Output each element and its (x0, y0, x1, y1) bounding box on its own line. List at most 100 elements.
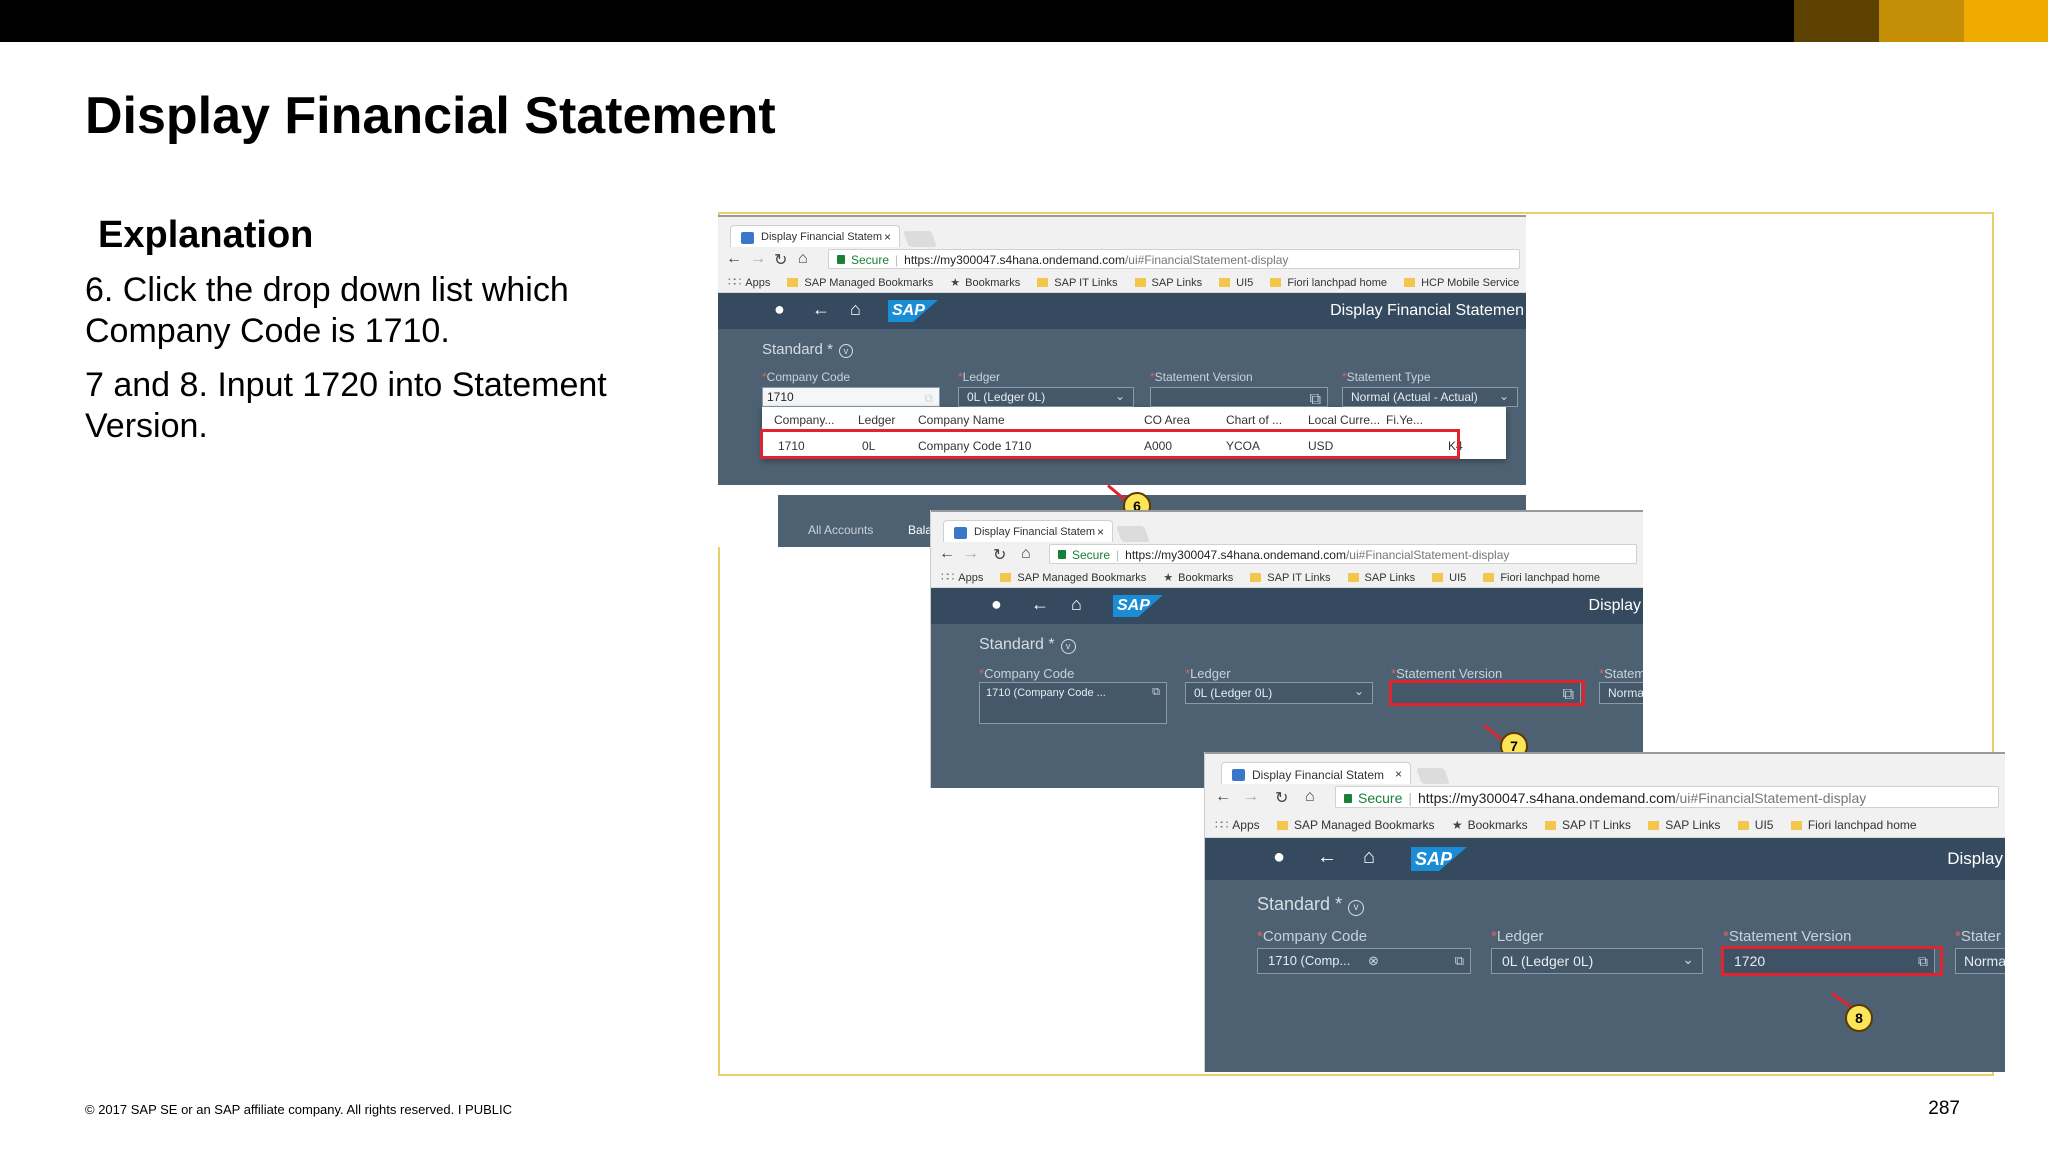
bookmark-bookmarks[interactable]: ★ Bookmarks (950, 276, 1020, 289)
browser-tab[interactable]: Display Financial Statem × (1221, 762, 1411, 786)
bookmark-sap-links[interactable]: SAP Links (1134, 277, 1202, 289)
favicon-icon (1232, 769, 1245, 781)
variant-selector[interactable]: Standard * v (762, 341, 853, 358)
bookmark-sap-managed[interactable]: SAP Managed Bookmarks (787, 277, 933, 289)
company-code-input[interactable]: 1710 ⧉ (762, 387, 940, 407)
new-tab-button[interactable] (903, 231, 937, 247)
home-icon[interactable]: ⌂ (1021, 545, 1031, 563)
statement-type-select[interactable]: Normal (Actual - Actual) ⌄ (1342, 387, 1518, 407)
back-arrow-icon[interactable]: ← (1031, 594, 1049, 615)
home-icon[interactable]: ⌂ (1363, 846, 1375, 869)
address-field[interactable]: Secure | https://my300047.s4hana.ondemand.… (1335, 786, 1999, 808)
browser-tab[interactable]: Display Financial Statem × (730, 225, 900, 249)
col-fiscal-year: Fi.Ye... (1386, 413, 1423, 427)
reload-icon[interactable]: ↻ (1275, 788, 1288, 808)
folder-icon (1545, 821, 1556, 830)
home-icon[interactable]: ⌂ (1071, 594, 1082, 615)
home-icon[interactable]: ⌂ (798, 250, 808, 268)
reload-icon[interactable]: ↻ (774, 250, 787, 270)
close-tab-icon[interactable]: × (884, 230, 891, 244)
close-tab-icon[interactable]: × (1395, 767, 1402, 781)
label-company-code: *Company Code (979, 666, 1075, 681)
company-code-input[interactable]: 1710 (Comp... ⊗ ⧉ (1257, 948, 1471, 974)
bookmark-hcp-mobile[interactable]: HCP Mobile Service (1404, 277, 1519, 289)
reload-icon[interactable]: ↻ (993, 545, 1006, 565)
shell-bar: ● ← ⌂ SAP Display (931, 588, 1643, 624)
accent-block-3 (1964, 0, 2048, 42)
col-co-area: CO Area (1144, 413, 1191, 427)
clear-token-icon[interactable]: ⊗ (1368, 953, 1379, 969)
chevron-down-icon: v (1060, 639, 1076, 654)
accent-block-2 (1879, 0, 1964, 42)
bookmark-sap-it-links[interactable]: SAP IT Links (1545, 818, 1631, 832)
new-tab-button[interactable] (1416, 768, 1450, 784)
home-icon[interactable]: ⌂ (1305, 788, 1315, 806)
bookmark-apps[interactable]: ∷∷ Apps (728, 275, 770, 289)
address-field[interactable]: Secure | https://my300047.s4hana.ondemand.… (828, 249, 1520, 269)
company-code-token[interactable]: 1710 (Company Code ... (986, 687, 1106, 699)
folder-icon (1737, 821, 1749, 830)
label-company-code: *Company Code (1257, 928, 1368, 945)
value-help-icon[interactable]: ⧉ (924, 391, 933, 406)
bookmark-ui5[interactable]: UI5 (1432, 572, 1466, 584)
user-icon[interactable]: ● (774, 299, 785, 320)
fiori-app: ● ← ⌂ SAP Display Financial Statemen Sta… (718, 293, 1526, 547)
bookmark-fiori-home[interactable]: Fiori lanchpad home (1790, 818, 1917, 832)
ledger-select[interactable]: 0L (Ledger 0L) ⌄ (1185, 682, 1373, 704)
statement-version-input[interactable]: ⧉ (1150, 387, 1328, 407)
bookmark-apps[interactable]: ∷∷ Apps (1215, 818, 1260, 832)
bookmark-bookmarks[interactable]: ★ Bookmarks (1452, 818, 1528, 832)
value-help-icon[interactable]: ⧉ (1152, 686, 1160, 699)
bookmark-apps[interactable]: ∷∷ Apps (941, 570, 983, 584)
apps-grid-icon: ∷∷ (941, 570, 954, 584)
col-ledger: Ledger (858, 413, 896, 427)
bookmark-sap-links[interactable]: SAP Links (1648, 818, 1720, 832)
app-title: Display Financial Statemen (1330, 302, 1524, 319)
shell-bar: ● ← ⌂ SAP Display (1205, 838, 2005, 880)
bookmark-sap-links[interactable]: SAP Links (1347, 572, 1415, 584)
bookmark-fiori-home[interactable]: Fiori lanchpad home (1270, 277, 1387, 289)
variant-selector[interactable]: Standard * v (979, 636, 1076, 654)
bookmark-bookmarks[interactable]: ★ Bookmarks (1163, 571, 1233, 584)
value-help-icon[interactable]: ⧉ (1455, 953, 1464, 969)
sap-logo: SAP (888, 300, 938, 322)
col-chart-of-accounts: Chart of ... (1226, 413, 1283, 427)
tab-all-accounts[interactable]: All Accounts (808, 523, 873, 537)
home-icon[interactable]: ⌂ (850, 299, 861, 320)
tab-balance[interactable]: Bala (908, 523, 932, 537)
address-field[interactable]: Secure | https://my300047.s4hana.ondemand.… (1049, 544, 1637, 564)
highlight-box-8 (1721, 946, 1943, 976)
ledger-select[interactable]: 0L (Ledger 0L) ⌄ (1491, 948, 1703, 974)
secure-label: Secure (851, 253, 890, 267)
bookmark-fiori-home[interactable]: Fiori lanchpad home (1483, 572, 1600, 584)
label-statement-version: *Statement Version (1391, 666, 1503, 681)
forward-icon[interactable]: → (750, 250, 766, 268)
bookmark-sap-managed[interactable]: SAP Managed Bookmarks (1276, 818, 1435, 832)
user-icon[interactable]: ● (991, 594, 1002, 615)
close-tab-icon[interactable]: × (1097, 525, 1104, 539)
bookmark-sap-it-links[interactable]: SAP IT Links (1250, 572, 1330, 584)
ledger-select[interactable]: 0L (Ledger 0L) ⌄ (958, 387, 1134, 407)
browser-tab[interactable]: Display Financial Statem × (943, 520, 1113, 544)
bookmark-ui5[interactable]: UI5 (1219, 277, 1253, 289)
bookmark-ui5[interactable]: UI5 (1737, 818, 1773, 832)
user-icon[interactable]: ● (1273, 846, 1285, 869)
new-tab-button[interactable] (1116, 526, 1150, 542)
back-icon[interactable]: ← (1215, 788, 1231, 806)
back-arrow-icon[interactable]: ← (1317, 846, 1337, 869)
forward-icon[interactable]: → (1243, 788, 1259, 806)
value-help-icon[interactable]: ⧉ (1310, 391, 1321, 406)
tab-title: Display Financial Statem (1252, 768, 1385, 782)
bookmark-sap-it-links[interactable]: SAP IT Links (1037, 277, 1117, 289)
bookmark-sap-managed[interactable]: SAP Managed Bookmarks (1000, 572, 1146, 584)
back-arrow-icon[interactable]: ← (812, 299, 830, 320)
back-icon[interactable]: ← (939, 545, 955, 563)
variant-selector[interactable]: Standard * v (1257, 894, 1365, 916)
forward-icon[interactable]: → (963, 545, 979, 563)
folder-icon (1276, 821, 1288, 830)
company-code-input[interactable]: 1710 (Company Code ... ⧉ (979, 682, 1167, 724)
company-code-token[interactable]: 1710 (Comp... (1268, 953, 1350, 968)
statement-type-select[interactable]: Norma (1599, 682, 1643, 704)
statement-type-select[interactable]: Norma (1955, 948, 2005, 974)
back-icon[interactable]: ← (726, 250, 742, 268)
